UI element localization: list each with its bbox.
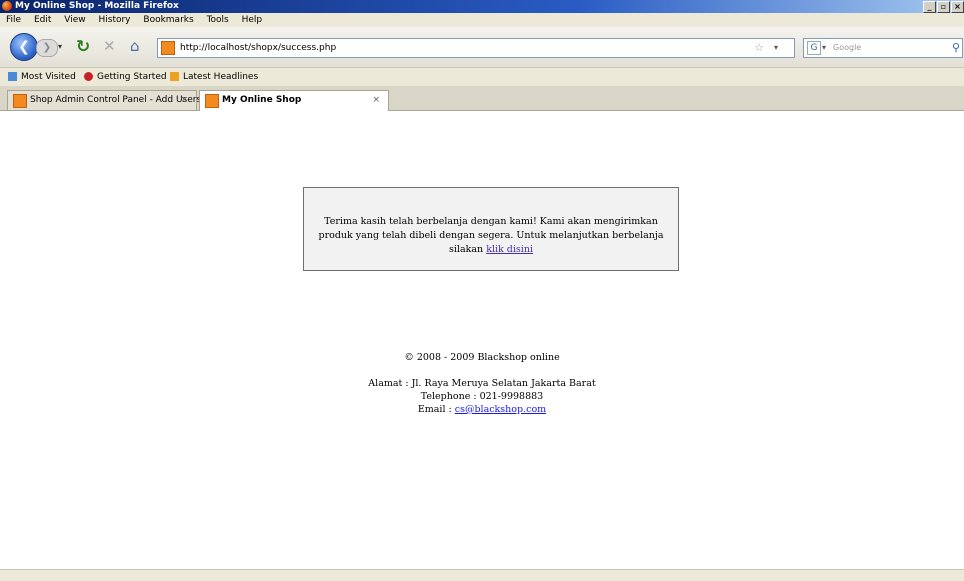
search-engine-icon[interactable]: G xyxy=(807,41,821,55)
minimize-button[interactable]: _ xyxy=(923,1,936,13)
home-button[interactable]: ⌂ xyxy=(130,37,140,55)
url-dropdown-icon[interactable]: ▾ xyxy=(774,39,778,57)
tab-shop-admin[interactable]: Shop Admin Control Panel - Add Users × xyxy=(7,90,201,110)
address-text: Alamat : Jl. Raya Meruya Selatan Jakarta… xyxy=(368,378,596,389)
search-icon[interactable]: ⚲ xyxy=(952,39,960,57)
close-window-button[interactable]: × xyxy=(951,1,964,13)
tab-label: My Online Shop xyxy=(222,95,302,105)
firefox-logo-icon xyxy=(2,1,12,11)
page-footer: © 2008 - 2009 Blackshop online Alamat : … xyxy=(0,351,964,416)
menu-edit[interactable]: Edit xyxy=(34,15,51,25)
search-engine-dropdown-icon[interactable]: ▾ xyxy=(822,39,826,57)
bookmark-getting-started[interactable]: Getting Started xyxy=(84,68,167,86)
email-link[interactable]: cs@blackshop.com xyxy=(455,404,546,415)
history-dropdown-icon[interactable]: ▾ xyxy=(58,42,62,51)
copyright-text: © 2008 - 2009 Blackshop online xyxy=(404,352,560,363)
menu-help[interactable]: Help xyxy=(242,15,263,25)
maximize-button[interactable]: ▫ xyxy=(937,1,950,13)
address-bar[interactable]: http://localhost/shopx/success.php ☆ ▾ xyxy=(157,38,795,58)
menu-view[interactable]: View xyxy=(64,15,85,25)
stop-button[interactable]: ✕ xyxy=(103,37,116,55)
tab-my-online-shop[interactable]: My Online Shop × xyxy=(199,90,389,111)
window-titlebar: My Online Shop - Mozilla Firefox _ ▫ × xyxy=(0,0,964,13)
most-visited-icon xyxy=(8,72,17,81)
back-button[interactable]: ❮ xyxy=(10,33,38,61)
email-label: Email : xyxy=(417,404,452,415)
menu-file[interactable]: File xyxy=(6,15,21,25)
address-url[interactable]: http://localhost/shopx/success.php xyxy=(180,39,336,57)
bookmarks-toolbar: Most Visited Getting Started Latest Head… xyxy=(0,68,964,86)
reload-button[interactable]: ↻ xyxy=(76,37,90,57)
tab-close-icon[interactable]: × xyxy=(372,91,380,110)
menu-history[interactable]: History xyxy=(98,15,130,25)
telephone-text: Telephone : 021-9998883 xyxy=(420,391,544,402)
site-favicon-icon xyxy=(161,41,175,55)
menu-bar: File Edit View History Bookmarks Tools H… xyxy=(0,13,964,27)
getting-started-icon xyxy=(84,72,93,81)
menu-bookmarks[interactable]: Bookmarks xyxy=(143,15,193,25)
tab-favicon-icon xyxy=(205,94,219,108)
page-content: Terima kasih telah berbelanja dengan kam… xyxy=(0,111,964,569)
bookmark-latest-headlines[interactable]: Latest Headlines xyxy=(170,68,258,86)
tab-label: Shop Admin Control Panel - Add Users xyxy=(30,95,202,105)
bookmark-star-icon[interactable]: ☆ xyxy=(754,39,764,57)
status-bar xyxy=(0,569,964,581)
tab-bar: Shop Admin Control Panel - Add Users × M… xyxy=(0,86,964,111)
search-box[interactable]: G ▾ Google ⚲ xyxy=(803,38,963,58)
success-message-box: Terima kasih telah berbelanja dengan kam… xyxy=(303,187,679,271)
search-input[interactable]: Google xyxy=(833,39,861,57)
email-line: Email : cs@blackshop.com xyxy=(0,403,964,416)
tab-favicon-icon xyxy=(13,94,27,108)
bookmark-most-visited[interactable]: Most Visited xyxy=(8,68,76,86)
menu-tools[interactable]: Tools xyxy=(207,15,229,25)
navigation-toolbar: ❮ ❯ ▾ ↻ ✕ ⌂ http://localhost/shopx/succe… xyxy=(0,27,964,68)
success-message: Terima kasih telah berbelanja dengan kam… xyxy=(318,216,664,255)
tab-close-icon[interactable]: × xyxy=(180,91,188,110)
forward-button[interactable]: ❯ xyxy=(36,39,58,57)
window-title: My Online Shop - Mozilla Firefox xyxy=(15,1,179,11)
continue-shopping-link[interactable]: klik disini xyxy=(486,244,533,255)
rss-feed-icon xyxy=(170,72,179,81)
